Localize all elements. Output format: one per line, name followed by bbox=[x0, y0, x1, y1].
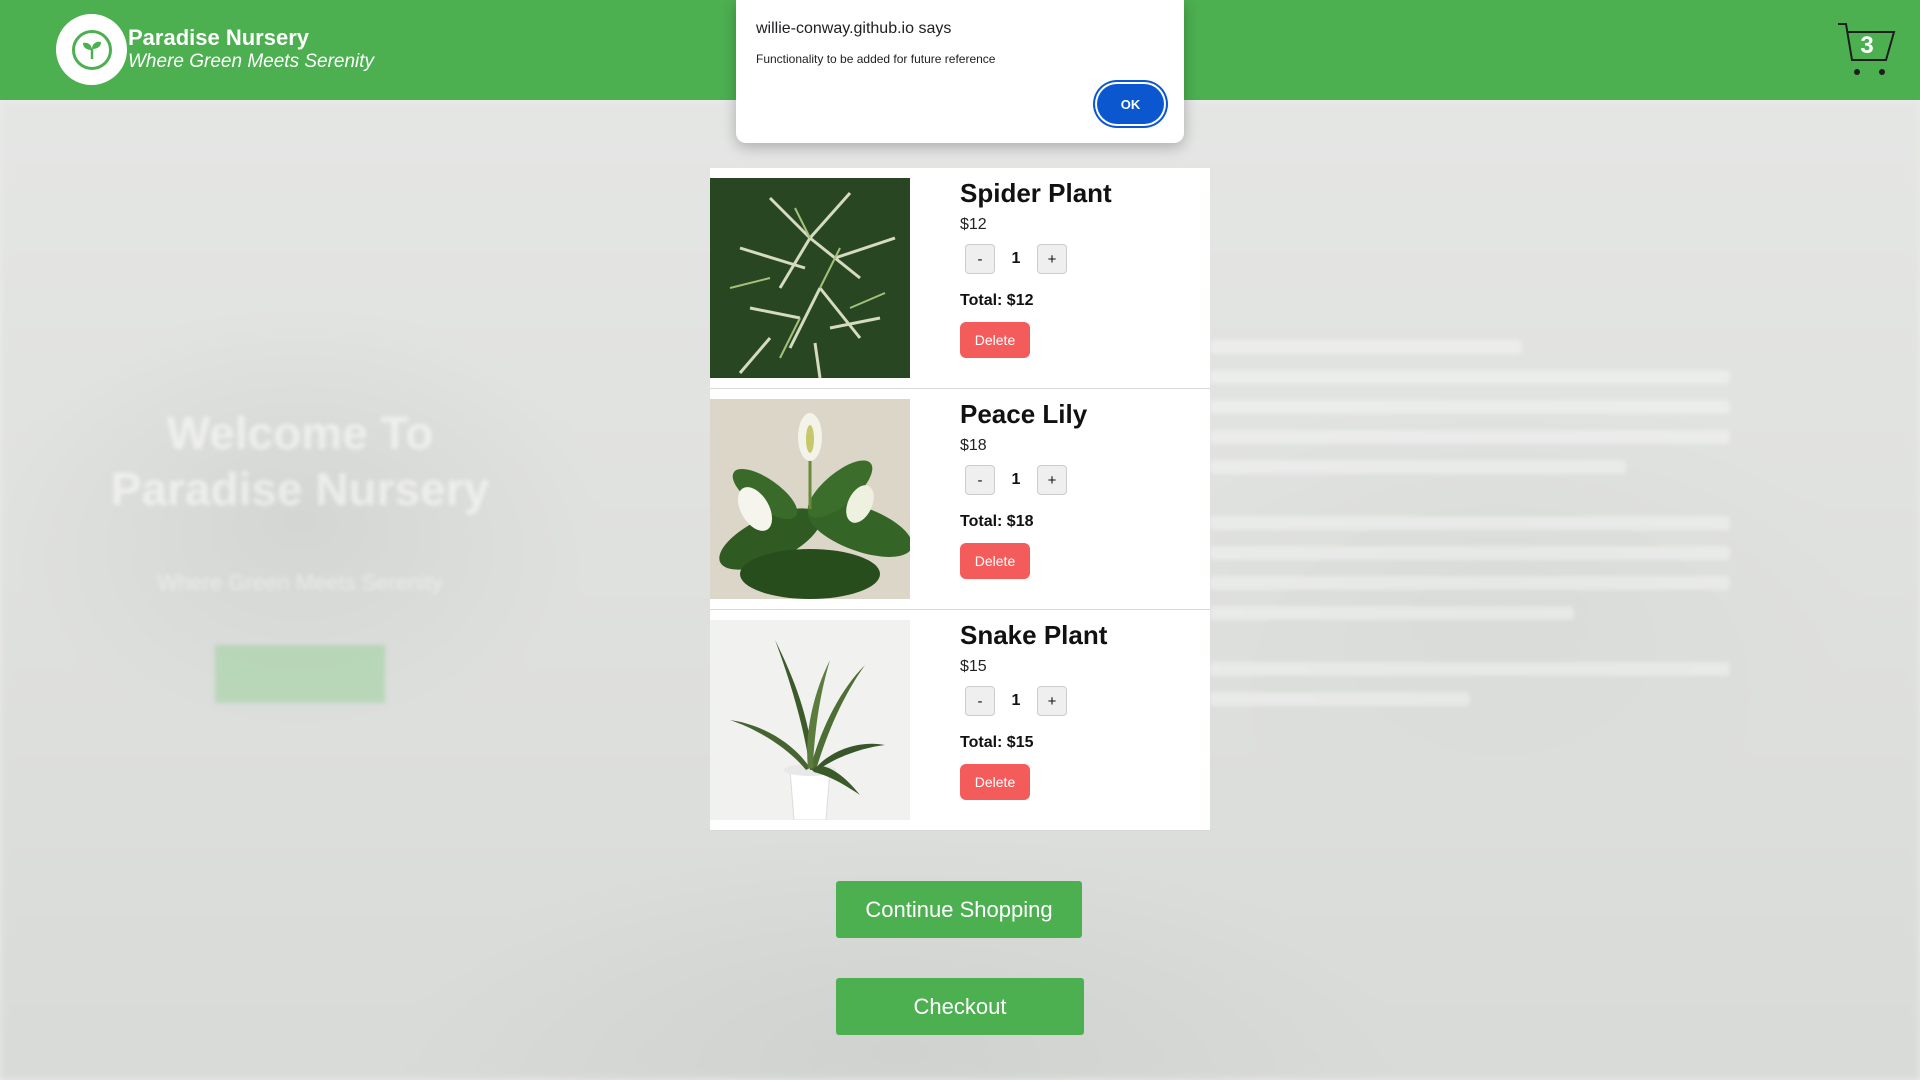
background-hero-tagline: Where Green Meets Serenity bbox=[157, 570, 443, 595]
background-hero-title: Welcome To Paradise Nursery bbox=[110, 407, 490, 515]
item-name: Spider Plant bbox=[960, 178, 1112, 208]
increment-button[interactable]: + bbox=[1037, 465, 1067, 495]
quantity-stepper: - 1 + bbox=[965, 465, 1067, 495]
alert-ok-button[interactable]: OK bbox=[1097, 84, 1164, 124]
delete-button[interactable]: Delete bbox=[960, 322, 1030, 358]
cart-button[interactable]: 3 bbox=[1836, 20, 1898, 80]
quantity-stepper: - 1 + bbox=[965, 244, 1067, 274]
alert-message: Functionality to be added for future ref… bbox=[756, 52, 996, 66]
item-total: Total: $12 bbox=[960, 292, 1034, 309]
delete-button[interactable]: Delete bbox=[960, 764, 1030, 800]
quantity-value: 1 bbox=[1011, 250, 1021, 267]
checkout-button[interactable]: Checkout bbox=[836, 978, 1084, 1035]
sprout-icon bbox=[71, 29, 112, 70]
item-price: $12 bbox=[960, 216, 987, 233]
continue-shopping-button[interactable]: Continue Shopping bbox=[836, 881, 1082, 938]
spider-plant-image bbox=[710, 178, 910, 378]
alert-title: willie-conway.github.io says bbox=[756, 20, 952, 37]
item-price: $18 bbox=[960, 437, 987, 454]
increment-button[interactable]: + bbox=[1037, 244, 1067, 274]
quantity-stepper: - 1 + bbox=[965, 686, 1067, 716]
decrement-button[interactable]: - bbox=[965, 244, 995, 274]
cart-items-list: Spider Plant $12 - 1 + Total: $12 Delete bbox=[710, 168, 1210, 831]
background-description bbox=[1210, 340, 1730, 722]
quantity-value: 1 bbox=[1011, 471, 1021, 488]
item-total: Total: $15 bbox=[960, 734, 1034, 751]
snake-plant-image bbox=[710, 620, 910, 820]
logo[interactable] bbox=[56, 14, 127, 85]
item-price: $15 bbox=[960, 658, 987, 675]
quantity-value: 1 bbox=[1011, 692, 1021, 709]
brand-name[interactable]: Paradise Nursery bbox=[128, 25, 309, 51]
increment-button[interactable]: + bbox=[1037, 686, 1067, 716]
item-total: Total: $18 bbox=[960, 513, 1034, 530]
alert-dialog: willie-conway.github.io says Functionali… bbox=[736, 0, 1184, 143]
brand-tagline: Where Green Meets Serenity bbox=[128, 51, 375, 72]
decrement-button[interactable]: - bbox=[965, 686, 995, 716]
item-name: Snake Plant bbox=[960, 620, 1108, 650]
peace-lily-image bbox=[710, 399, 910, 599]
background-get-started-button bbox=[215, 645, 385, 703]
decrement-button[interactable]: - bbox=[965, 465, 995, 495]
delete-button[interactable]: Delete bbox=[960, 543, 1030, 579]
cart-item: Spider Plant $12 - 1 + Total: $12 Delete bbox=[710, 168, 1210, 389]
cart-item: Peace Lily $18 - 1 + Total: $18 Delete bbox=[710, 389, 1210, 610]
item-name: Peace Lily bbox=[960, 399, 1088, 429]
cart-count: 3 bbox=[1860, 32, 1874, 59]
cart-item: Snake Plant $15 - 1 + Total: $15 Delete bbox=[710, 610, 1210, 831]
